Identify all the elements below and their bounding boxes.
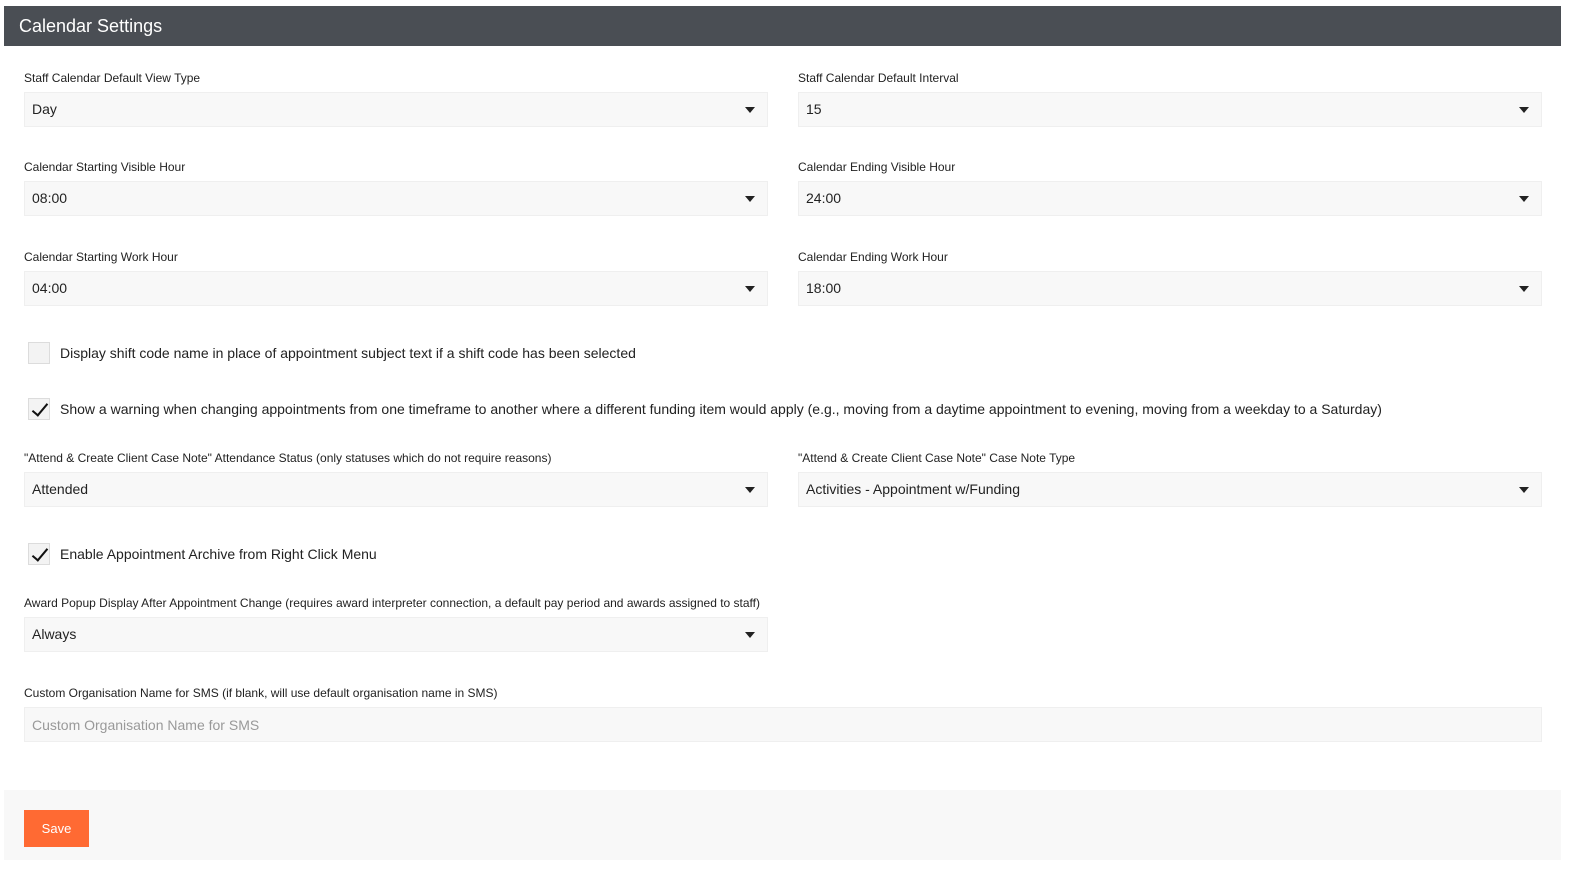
- funding-warning-label: Show a warning when changing appointment…: [60, 401, 1382, 417]
- chevron-down-icon: [1519, 107, 1529, 113]
- award-popup-select[interactable]: Always: [24, 617, 768, 652]
- award-popup-label: Award Popup Display After Appointment Ch…: [24, 596, 760, 610]
- ending-work-hour-label: Calendar Ending Work Hour: [798, 250, 948, 264]
- attendance-status-label: "Attend & Create Client Case Note" Atten…: [24, 451, 552, 465]
- shift-code-name-label: Display shift code name in place of appo…: [60, 345, 636, 361]
- save-button[interactable]: Save: [24, 810, 89, 847]
- ending-work-hour-select[interactable]: 18:00: [798, 271, 1542, 306]
- form-footer: Save: [4, 790, 1561, 860]
- case-note-type-label: "Attend & Create Client Case Note" Case …: [798, 451, 1076, 465]
- page-title: Calendar Settings: [19, 15, 163, 36]
- case-note-type-field: "Attend & Create Client Case Note" Case …: [798, 450, 1542, 507]
- ending-visible-hour-label: Calendar Ending Visible Hour: [798, 160, 956, 174]
- default-view-type-value: Day: [32, 101, 57, 117]
- case-note-type-select[interactable]: Activities - Appointment w/Funding: [798, 472, 1542, 507]
- archive-right-click-row: Enable Appointment Archive from Right Cl…: [28, 543, 377, 565]
- funding-warning-row: Show a warning when changing appointment…: [28, 398, 1382, 420]
- ending-visible-hour-field: Calendar Ending Visible Hour 24:00: [798, 159, 1542, 216]
- ending-visible-hour-value: 24:00: [806, 190, 842, 206]
- calendar-settings-panel: Calendar Settings Staff Calendar Default…: [4, 6, 1561, 860]
- chevron-down-icon: [745, 107, 755, 113]
- ending-work-hour-value: 18:00: [806, 280, 842, 296]
- award-popup-field: Award Popup Display After Appointment Ch…: [24, 595, 768, 652]
- custom-org-name-label: Custom Organisation Name for SMS (if bla…: [24, 686, 498, 700]
- default-interval-select[interactable]: 15: [798, 92, 1542, 127]
- starting-work-hour-select[interactable]: 04:00: [24, 271, 768, 306]
- starting-visible-hour-field: Calendar Starting Visible Hour 08:00: [24, 159, 768, 216]
- archive-right-click-label: Enable Appointment Archive from Right Cl…: [60, 546, 377, 562]
- starting-visible-hour-select[interactable]: 08:00: [24, 181, 768, 216]
- starting-visible-hour-value: 08:00: [32, 190, 68, 206]
- panel-header: Calendar Settings: [4, 6, 1561, 46]
- default-view-type-field: Staff Calendar Default View Type Day: [24, 70, 768, 127]
- chevron-down-icon: [745, 632, 755, 638]
- chevron-down-icon: [745, 196, 755, 202]
- default-view-type-select[interactable]: Day: [24, 92, 768, 127]
- starting-work-hour-label: Calendar Starting Work Hour: [24, 250, 178, 264]
- default-interval-label: Staff Calendar Default Interval: [798, 71, 959, 85]
- default-interval-value: 15: [806, 101, 822, 117]
- starting-work-hour-field: Calendar Starting Work Hour 04:00: [24, 249, 768, 306]
- chevron-down-icon: [1519, 487, 1529, 493]
- ending-work-hour-field: Calendar Ending Work Hour 18:00: [798, 249, 1542, 306]
- case-note-type-value: Activities - Appointment w/Funding: [806, 481, 1020, 497]
- attendance-status-select[interactable]: Attended: [24, 472, 768, 507]
- custom-org-name-field: Custom Organisation Name for SMS (if bla…: [24, 685, 1542, 742]
- chevron-down-icon: [1519, 196, 1529, 202]
- archive-right-click-checkbox[interactable]: [28, 543, 50, 565]
- default-interval-field: Staff Calendar Default Interval 15: [798, 70, 1542, 127]
- attendance-status-value: Attended: [32, 481, 89, 497]
- funding-warning-checkbox[interactable]: [28, 398, 50, 420]
- shift-code-name-checkbox[interactable]: [28, 342, 50, 364]
- chevron-down-icon: [745, 286, 755, 292]
- starting-visible-hour-label: Calendar Starting Visible Hour: [24, 160, 186, 174]
- ending-visible-hour-select[interactable]: 24:00: [798, 181, 1542, 216]
- custom-org-name-input[interactable]: [24, 707, 1542, 742]
- starting-work-hour-value: 04:00: [32, 280, 68, 296]
- award-popup-value: Always: [32, 626, 77, 642]
- attendance-status-field: "Attend & Create Client Case Note" Atten…: [24, 450, 768, 507]
- default-view-type-label: Staff Calendar Default View Type: [24, 71, 201, 85]
- shift-code-name-row: Display shift code name in place of appo…: [28, 342, 636, 364]
- chevron-down-icon: [1519, 286, 1529, 292]
- chevron-down-icon: [745, 487, 755, 493]
